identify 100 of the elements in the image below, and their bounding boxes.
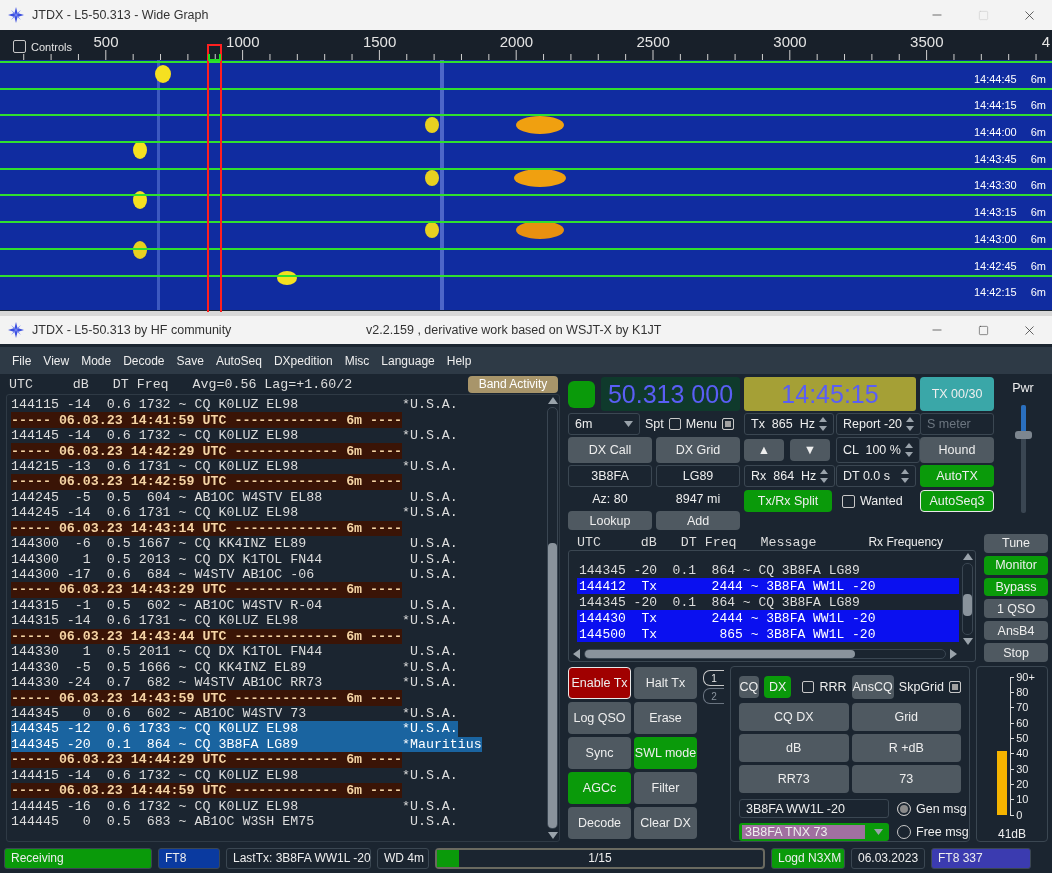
rrr-checkbox[interactable]: RRR (802, 680, 847, 694)
side-button[interactable]: Stop (984, 643, 1048, 662)
maximize-icon[interactable] (977, 324, 989, 336)
message-button[interactable]: CQ DX (739, 703, 849, 731)
menu-item[interactable]: Save (170, 353, 210, 368)
decode-line[interactable]: 144315 -14 0.6 1731 ~ CQ K0LUZ EL98 *U.S.A. (11, 613, 458, 629)
message-button[interactable]: R +dB (851, 734, 961, 762)
band-dropdown[interactable]: 6m (568, 413, 640, 435)
decode-line[interactable]: 144245 -14 0.6 1731 ~ CQ K0LUZ EL98 *U.S.A. (11, 505, 458, 521)
decode-line[interactable]: 144345 0 0.6 602 ~ AB1OC W4STV 73 *U.S.A. (11, 705, 458, 722)
decode-line[interactable]: 144345 -20 0.1 864 ~ CQ 3B8FA LG89 (577, 594, 959, 610)
menu-item[interactable]: View (37, 353, 76, 368)
menu-item[interactable]: DXpedition (267, 353, 339, 368)
scroll-up-icon[interactable] (962, 553, 973, 560)
menu-checkbox[interactable]: Menu (685, 417, 735, 431)
dx-call-field[interactable]: 3B8FA (568, 465, 652, 487)
control-button[interactable]: Log QSO (568, 702, 631, 734)
decode-line[interactable]: 144145 -14 0.6 1732 ~ CQ K0LUZ EL98 *U.S.A. (11, 427, 458, 444)
spin-arrows-icon[interactable] (818, 416, 827, 432)
wanted-checkbox[interactable]: Wanted (842, 494, 903, 508)
scroll-left-icon[interactable] (573, 649, 580, 659)
report-spinbox[interactable]: Report -20 (836, 413, 922, 435)
decode-line[interactable]: 144300 -6 0.5 1667 ~ CQ KK4INZ EL89 U.S.A. (11, 535, 458, 552)
decode-line[interactable]: 144445 0 0.5 683 ~ AB1OC W3SH EM75 U.S.A. (11, 813, 458, 830)
frequency-marker[interactable] (207, 44, 222, 312)
control-button[interactable]: Erase (634, 702, 697, 734)
decode-line[interactable]: 144300 -17 0.6 684 ~ W4STV AB1OC -06 U.S.A. (11, 566, 458, 583)
decode-line[interactable]: 144215 -13 0.6 1731 ~ CQ K0LUZ EL98 *U.S.A. (11, 458, 458, 475)
free-msg-radio[interactable]: Free msg (897, 824, 969, 839)
skpgrid-checkbox[interactable]: SkpGrid (898, 680, 961, 694)
decode-line[interactable]: 144445 -16 0.6 1732 ~ CQ K0LUZ EL98 *U.S.A. (11, 798, 458, 814)
hound-button[interactable]: Hound (920, 437, 994, 463)
decode-line[interactable]: 144245 -5 0.5 604 ~ AB1OC W4STV EL88 U.S.A. (11, 489, 458, 506)
message-button[interactable]: dB (739, 734, 849, 762)
message-button[interactable]: RR73 (739, 765, 849, 793)
scrollbar-track[interactable] (547, 407, 558, 829)
scroll-down-icon[interactable] (547, 832, 558, 839)
side-button[interactable]: 1 QSO (984, 599, 1048, 619)
control-button[interactable]: Enable Tx (568, 667, 631, 699)
decode-line[interactable]: 144330 -5 0.5 1666 ~ CQ KK4INZ EL89 *U.S.A. (11, 659, 458, 675)
scrollbar-thumb[interactable] (963, 594, 972, 616)
control-button[interactable]: Filter (634, 772, 697, 804)
spin-arrows-icon[interactable] (906, 416, 915, 432)
decode-line[interactable]: 144415 -14 0.6 1732 ~ CQ K0LUZ EL98 *U.S.A. (11, 767, 458, 783)
message-tab[interactable]: 1 (703, 670, 724, 686)
cq-button[interactable]: CQ (739, 676, 759, 698)
slider-thumb[interactable] (1014, 431, 1032, 440)
menu-item[interactable]: File (6, 353, 38, 368)
spin-arrows-icon[interactable] (901, 468, 909, 484)
rx-marker-icon[interactable] (208, 54, 221, 61)
decode-line[interactable]: 144345 -20 0.1 864 ~ CQ 3B8FA LG89 (577, 562, 959, 578)
decode-line[interactable]: 144330 -24 0.7 682 ~ W4STV AB1OC RR73 *U.S.A. (11, 674, 458, 691)
free-message-dropdown[interactable]: 3B8FA TNX 73 (739, 822, 889, 841)
control-button[interactable]: Halt Tx (634, 667, 697, 699)
up-button[interactable]: ▲ (744, 439, 784, 461)
control-button[interactable]: Clear DX (634, 807, 697, 839)
scroll-up-icon[interactable] (547, 397, 558, 404)
status-field: WD 4m (377, 847, 429, 869)
control-button[interactable]: Sync (568, 737, 631, 769)
axis-label: 500 (93, 33, 119, 50)
scrollbar-track[interactable] (962, 563, 973, 635)
spin-arrows-icon[interactable] (820, 468, 829, 484)
cl-spinbox[interactable]: CL 100 % (836, 437, 920, 463)
decode-line[interactable]: 144300 1 0.5 2013 ~ CQ DX K1TOL FN44 U.S.A. (11, 551, 458, 567)
rx-frequency-spinbox[interactable]: Rx 864 Hz (744, 465, 836, 487)
menu-item[interactable]: Language (375, 353, 441, 368)
scroll-down-icon[interactable] (962, 638, 973, 645)
menu-item[interactable]: Decode (117, 353, 171, 368)
decode-line[interactable]: 144315 -1 0.5 602 ~ AB1OC W4STV R-04 U.S.A. (11, 597, 458, 614)
spin-arrows-icon[interactable] (904, 442, 913, 458)
scrollbar-thumb[interactable] (548, 543, 557, 828)
scrollbar-thumb[interactable] (585, 650, 855, 658)
anscq-button[interactable]: AnsCQ (851, 675, 894, 699)
dx-grid-button[interactable]: DX Grid (656, 437, 740, 463)
control-button[interactable]: Decode (568, 807, 631, 839)
spt-checkbox[interactable]: Spt (645, 417, 681, 431)
dt-spinbox[interactable]: DT 0.0 s (836, 465, 916, 487)
column-header: UTC dB DT Freq Message (577, 534, 817, 550)
menu-item[interactable]: Help (440, 353, 478, 368)
decode-line[interactable]: 144330 1 0.5 2011 ~ CQ DX K1TOL FN44 U.S.A. (11, 644, 458, 660)
message-button[interactable]: 73 (851, 765, 961, 793)
message-button[interactable]: Grid (851, 703, 961, 731)
add-button[interactable]: Add (656, 511, 740, 530)
dx-call-button[interactable]: DX Call (568, 437, 652, 463)
side-button[interactable]: AnsB4 (984, 621, 1048, 641)
message-field[interactable]: 3B8FA WW1L -20 (739, 799, 889, 818)
gen-msg-radio[interactable]: Gen msg (897, 801, 967, 816)
dx-grid-field[interactable]: LG89 (656, 465, 740, 487)
band-label: 6m (1030, 99, 1046, 112)
decode-line[interactable]: 144115 -14 0.6 1732 ~ CQ K0LUZ EL98 *U.S.A. (11, 397, 458, 413)
menu-item[interactable]: Mode (75, 353, 118, 368)
menu-item[interactable]: AutoSeq (209, 353, 268, 368)
tx-frequency-spinbox[interactable]: Tx 865 Hz (744, 413, 834, 435)
scroll-right-icon[interactable] (950, 649, 957, 659)
side-button[interactable]: Tune (984, 534, 1048, 553)
lookup-button[interactable]: Lookup (568, 511, 652, 530)
controls-checkbox[interactable]: Controls (13, 40, 72, 53)
menu-item[interactable]: Misc (338, 353, 376, 368)
message-tab[interactable]: 2 (703, 688, 724, 704)
down-button[interactable]: ▼ (790, 439, 830, 461)
